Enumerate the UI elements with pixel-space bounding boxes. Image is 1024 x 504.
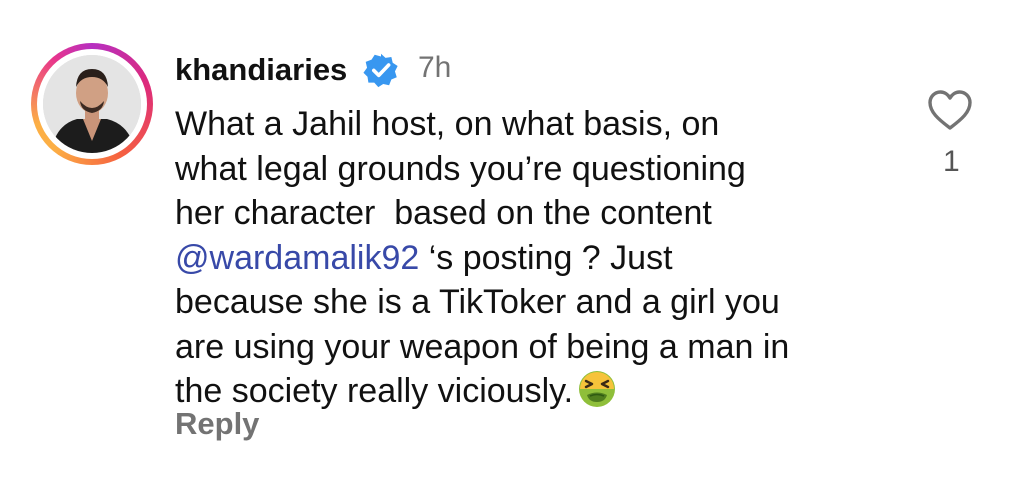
comment-text-line-with-mention: @wardamalik92 ‘s posting ? Just xyxy=(175,236,895,281)
mention-link[interactable]: @wardamalik92 xyxy=(175,239,419,277)
comment-text-line: What a Jahil host, on what basis, on xyxy=(175,105,720,143)
avatar-photo xyxy=(43,55,141,153)
comment-text-line-with-emoji: the society really viciously. xyxy=(175,369,895,414)
comment-text-fragment: the society really viciously. xyxy=(175,372,574,410)
comment-timestamp: 7h xyxy=(418,51,452,84)
comment-text: What a Jahil host, on what basis, on wha… xyxy=(175,102,895,414)
verified-badge-icon xyxy=(363,53,398,88)
comment-text-line: because she is a TikToker and a girl you xyxy=(175,283,780,321)
comment-text-line: are using your weapon of being a man in xyxy=(175,327,790,366)
comment-text-line: her character based on the content xyxy=(175,194,712,232)
comment-text-line: what legal grounds you’re questioning xyxy=(175,149,746,188)
avatar-story-ring[interactable] xyxy=(31,43,153,165)
avatar-ring-gap xyxy=(37,49,147,159)
nauseated-face-emoji xyxy=(579,371,616,407)
comment: khandiaries 7h What a Jahil host, on wha… xyxy=(0,0,1024,504)
comment-text-fragment: ‘s posting ? Just xyxy=(419,238,673,277)
heart-outline-icon[interactable] xyxy=(926,88,974,132)
like-count: 1 xyxy=(943,145,960,178)
avatar[interactable] xyxy=(43,55,141,153)
reply-button[interactable]: Reply xyxy=(175,406,259,442)
username[interactable]: khandiaries xyxy=(175,52,347,88)
